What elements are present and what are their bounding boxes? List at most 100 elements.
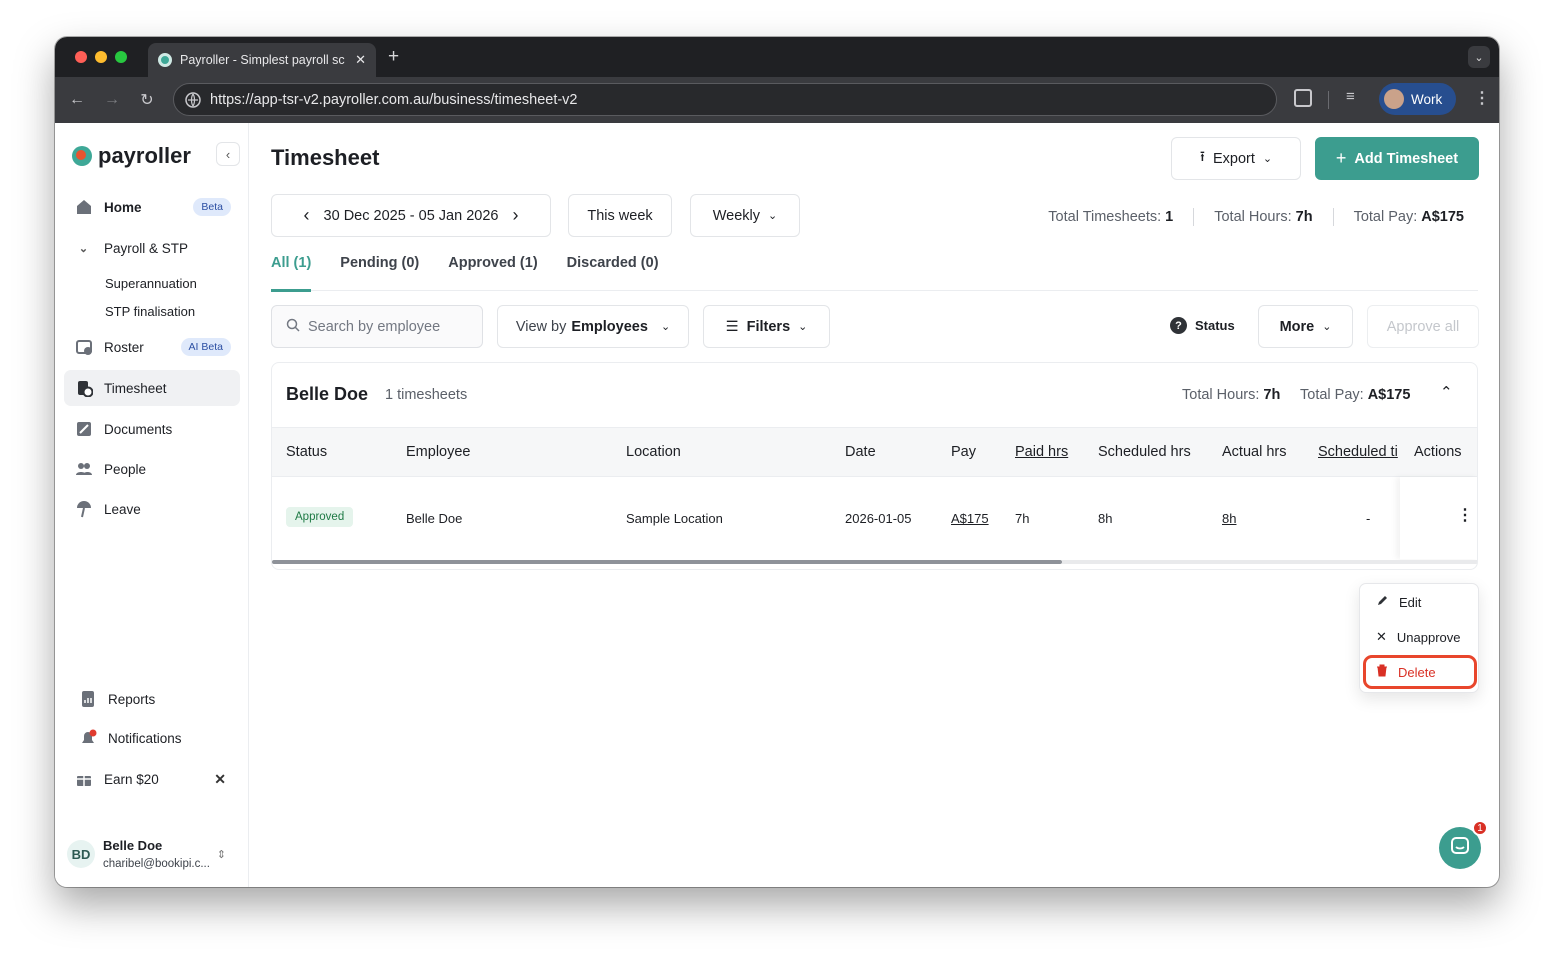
table-row[interactable]: Approved Belle Doe Sample Location 2026-… [272, 477, 1477, 559]
sidebar-item-label: People [104, 461, 147, 477]
sidebar-item-leave[interactable]: Leave [64, 491, 240, 527]
trash-icon [1376, 664, 1388, 680]
this-week-button[interactable]: This week [568, 194, 672, 237]
column-location: Location [626, 444, 681, 460]
address-bar[interactable]: https://app-tsr-v2.payroller.com.au/busi… [173, 83, 1277, 116]
profile-button[interactable]: Work [1379, 83, 1456, 115]
user-email: charibel@bookipi.c... [103, 858, 210, 870]
filters-button[interactable]: ☰ Filters ⌄ [703, 305, 830, 348]
tab-approved[interactable]: Approved (1) [448, 251, 537, 291]
more-actions-icon[interactable]: ⋮ [1457, 505, 1473, 525]
this-week-label: This week [587, 207, 653, 224]
minimize-window-button[interactable] [95, 51, 107, 63]
close-window-button[interactable] [75, 51, 87, 63]
dismiss-icon[interactable]: ✕ [214, 771, 226, 788]
sidebar-item-earn[interactable]: Earn $20 ✕ [64, 761, 240, 797]
profile-avatar [1384, 89, 1404, 109]
tab-pending[interactable]: Pending (0) [340, 251, 419, 291]
delete-menu-item[interactable]: Delete [1363, 655, 1477, 689]
horizontal-scrollbar[interactable] [272, 560, 1062, 564]
chat-launcher-button[interactable]: 1 [1439, 820, 1488, 869]
cell-actual-hrs[interactable]: 8h [1222, 511, 1236, 526]
sidebar-item-label: Notifications [108, 730, 182, 746]
date-range-picker[interactable]: ‹ 30 Dec 2025 - 05 Jan 2026 › [271, 194, 551, 237]
cell-paid-hrs: 7h [1015, 511, 1030, 526]
search-placeholder: Search by employee [308, 318, 441, 335]
status-badge: Approved [286, 507, 354, 527]
group-header[interactable]: Belle Doe 1 timesheets Total Hours: 7h T… [272, 363, 1477, 427]
forward-icon[interactable]: → [101, 89, 123, 111]
date-range-label: 30 Dec 2025 - 05 Jan 2026 [323, 207, 499, 224]
group-employee-name: Belle Doe [286, 384, 369, 404]
beta-badge: Beta [193, 198, 231, 216]
total-hours: Total Hours: 7h [1214, 209, 1313, 225]
edit-menu-item[interactable]: Edit [1360, 586, 1478, 618]
sidebar-item-label: Timesheet [104, 380, 167, 396]
url-text: https://app-tsr-v2.payroller.com.au/busi… [210, 91, 578, 108]
add-timesheet-label: Add Timesheet [1354, 150, 1459, 167]
sidebar-item-superannuation[interactable]: Superannuation [64, 270, 240, 296]
cell-pay[interactable]: A$175 [951, 511, 989, 526]
column-scheduled-time[interactable]: Scheduled ti [1318, 444, 1406, 460]
status-label: Status [1195, 318, 1235, 333]
tab-all[interactable]: All (1) [271, 251, 312, 292]
total-timesheets: Total Timesheets: 1 [1048, 209, 1174, 225]
chevron-down-icon: ⌄ [1322, 321, 1332, 333]
approve-all-button[interactable]: Approve all [1367, 305, 1479, 348]
sidebar-item-people[interactable]: People [64, 451, 240, 487]
total-pay: Total Pay: A$175 [1353, 209, 1464, 225]
sidebar-item-label: Leave [104, 501, 141, 517]
column-pay: Pay [951, 444, 976, 460]
plus-icon: + [1335, 148, 1347, 168]
maximize-window-button[interactable] [115, 51, 127, 63]
tab-discarded[interactable]: Discarded (0) [567, 251, 659, 291]
sidebar-item-home[interactable]: Home Beta [64, 189, 240, 225]
period-select[interactable]: Weekly ⌄ [690, 194, 800, 237]
collapse-sidebar-button[interactable]: ‹ [216, 142, 240, 166]
chevron-up-icon[interactable]: ⌃ [1440, 383, 1453, 401]
column-paid-hrs[interactable]: Paid hrs [1015, 444, 1068, 460]
back-icon[interactable]: ← [66, 89, 88, 111]
browser-menu-icon[interactable]: ⋮ [1474, 88, 1490, 108]
more-button[interactable]: More ⌄ [1258, 305, 1353, 348]
sidebar-item-timesheet[interactable]: Timesheet [64, 370, 240, 406]
user-account-switcher[interactable]: BD Belle Doe charibel@bookipi.c... ⇕ [64, 829, 240, 879]
divider [1332, 208, 1334, 226]
chat-icon [1450, 836, 1470, 861]
reload-icon[interactable]: ↻ [136, 89, 158, 111]
unapprove-label: Unapprove [1396, 629, 1461, 645]
cell-scheduled-hrs: 8h [1098, 511, 1113, 526]
sidebar-item-roster[interactable]: Roster AI Beta [64, 329, 240, 365]
add-timesheet-button[interactable]: + Add Timesheet [1315, 137, 1479, 180]
sidebar-item-stp-finalisation[interactable]: STP finalisation [64, 298, 240, 324]
pencil-icon [1376, 594, 1389, 610]
payroller-logo[interactable]: payroller [72, 143, 191, 169]
help-icon: ? [1170, 317, 1187, 334]
x-icon: ✕ [1376, 629, 1387, 644]
sidebar-item-reports[interactable]: Reports [64, 681, 240, 717]
chevron-left-icon[interactable]: ‹ [304, 205, 310, 226]
chevron-right-icon[interactable]: › [512, 205, 518, 226]
unapprove-menu-item[interactable]: ✕ Unapprove [1360, 621, 1478, 653]
toolbar-divider [1328, 91, 1329, 109]
export-button[interactable]: ⭱ Export ⌄ [1171, 137, 1301, 180]
sidebar-item-payroll-stp[interactable]: ⌄ Payroll & STP [64, 230, 240, 266]
status-tabs: All (1) Pending (0) Approved (1) Discard… [271, 251, 1478, 292]
close-tab-icon[interactable]: ✕ [355, 52, 366, 68]
sidebar-item-notifications[interactable]: Notifications [64, 720, 240, 756]
browser-tab[interactable]: Payroller - Simplest payroll sc ✕ [148, 43, 376, 77]
upload-icon: ⭱ [1199, 149, 1205, 165]
new-tab-icon[interactable]: + [388, 46, 399, 68]
browser-window: Payroller - Simplest payroll sc ✕ + ⌄ ← … [55, 37, 1499, 887]
column-employee: Employee [406, 444, 471, 460]
chevron-up-down-icon: ⇕ [216, 848, 226, 861]
status-help[interactable]: ? Status [1170, 317, 1235, 334]
sidebar-item-documents[interactable]: Documents [64, 411, 240, 447]
site-info-icon[interactable] [184, 91, 202, 109]
tab-search-icon[interactable]: ⌄ [1468, 46, 1490, 68]
chevron-down-icon: ⌄ [798, 321, 808, 333]
media-control-icon[interactable]: ≡ [1346, 88, 1355, 105]
view-by-select[interactable]: View by Employees ⌄ [497, 305, 689, 348]
extensions-icon[interactable] [1294, 89, 1312, 107]
search-input[interactable]: Search by employee [271, 305, 483, 348]
